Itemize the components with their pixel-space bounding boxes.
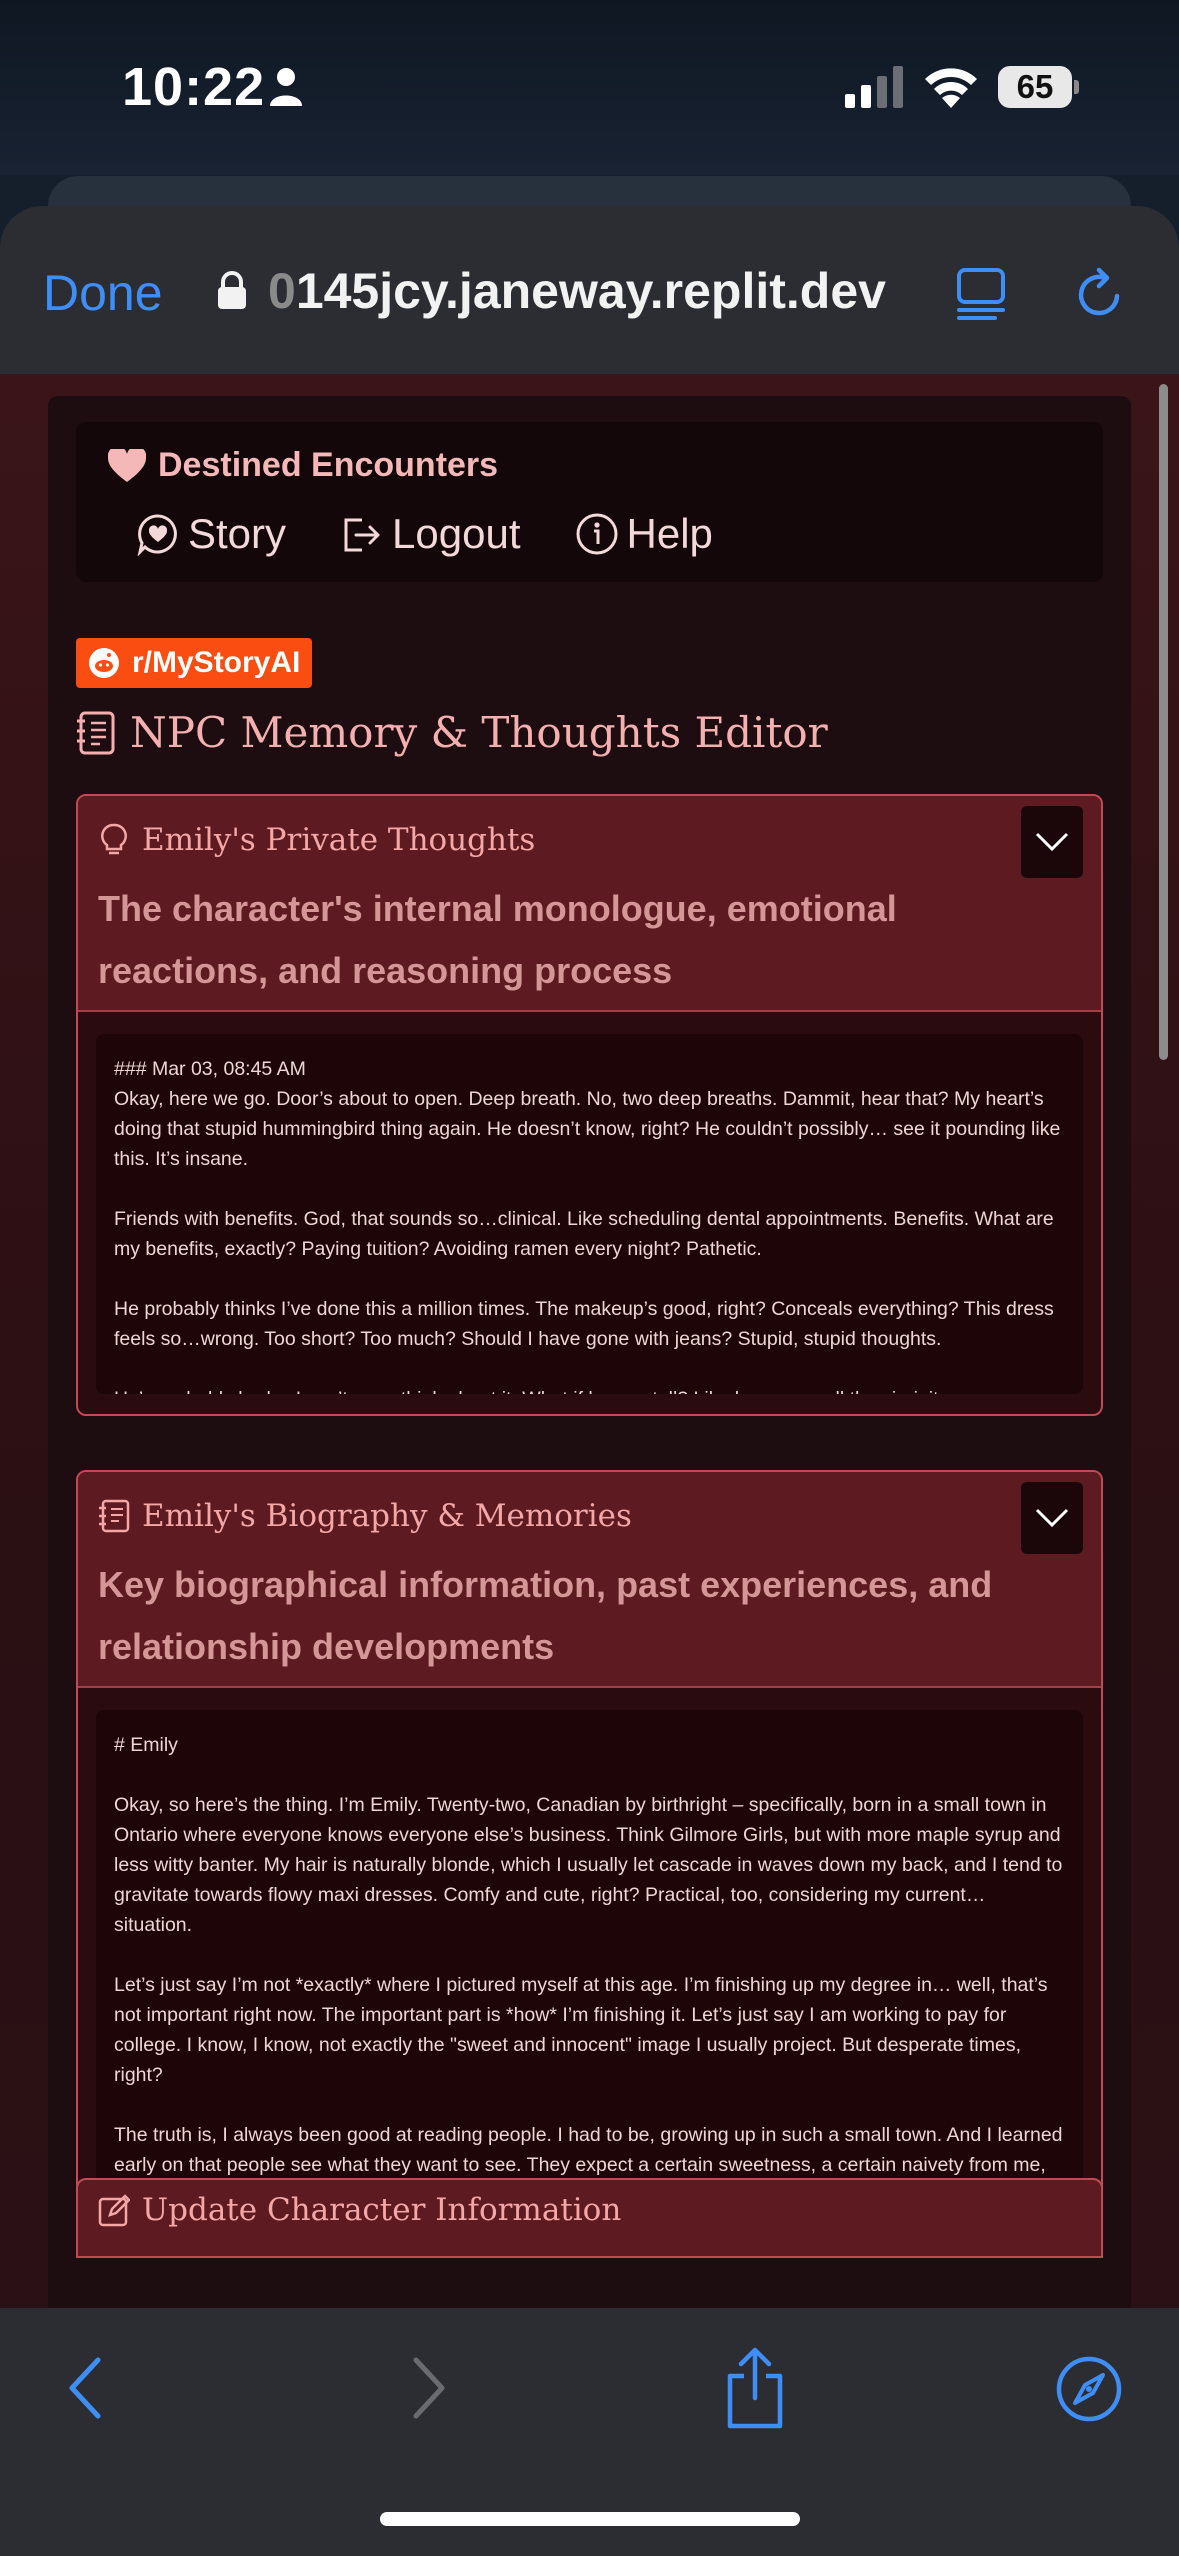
biography-title-text: Emily's Biography & Memories (142, 1498, 632, 1534)
app-container: Destined Encounters Story Logout Help r/… (48, 396, 1131, 2308)
biography-content: # Emily Okay, so here’s the thing. I’m E… (114, 1734, 1063, 2186)
thoughts-card-subtitle: The character's internal monologue, emot… (98, 888, 897, 991)
battery-level: 65 (998, 66, 1072, 108)
pencil-square-icon (98, 2194, 130, 2227)
heart-icon (108, 448, 146, 482)
update-title-text: Update Character Information (142, 2192, 622, 2228)
url-prefix: 0 (268, 263, 296, 319)
chevron-down-icon (1035, 832, 1069, 852)
web-content: Destined Encounters Story Logout Help r/… (0, 374, 1179, 2308)
status-time: 10:22 (122, 57, 266, 117)
navbar: Destined Encounters Story Logout Help (76, 422, 1103, 582)
biography-card: Emily's Biography & Memories Key biograp… (76, 1470, 1103, 2208)
chevron-down-icon (1035, 1508, 1069, 1528)
update-card: Update Character Information (76, 2178, 1103, 2258)
page-scrollbar[interactable] (1159, 384, 1168, 1060)
lightbulb-icon (101, 823, 127, 855)
nav-links: Story Logout Help (136, 510, 713, 558)
nav-help-label: Help (626, 510, 713, 557)
compass-icon[interactable] (1056, 2356, 1122, 2422)
lock-icon (218, 271, 246, 309)
nav-help-link[interactable]: Help (575, 510, 713, 558)
reddit-icon (89, 648, 119, 678)
thoughts-content: ### Mar 03, 08:45 AM Okay, here we go. D… (114, 1058, 1061, 1394)
thoughts-card: Emily's Private Thoughts The character's… (76, 794, 1103, 1416)
reddit-badge[interactable]: r/MyStoryAI (76, 638, 313, 688)
journal-text-icon (99, 1499, 130, 1533)
url-field[interactable]: 0145jcy.janeway.replit.dev (268, 262, 886, 320)
person-icon (270, 68, 302, 106)
wifi-icon (925, 68, 977, 108)
battery-tip (1074, 80, 1079, 94)
nav-story-label: Story (188, 510, 287, 557)
battery-icon: 65 (998, 66, 1079, 108)
info-icon (576, 513, 617, 555)
thoughts-collapse-button[interactable] (1021, 806, 1083, 878)
forward-icon[interactable] (408, 2356, 448, 2420)
reload-icon[interactable] (1075, 266, 1127, 320)
nav-story-link[interactable]: Story (136, 510, 286, 558)
cellular-signal-icon (845, 66, 903, 108)
biography-card-header: Emily's Biography & Memories Key biograp… (78, 1472, 1101, 1688)
thoughts-title-text: Emily's Private Thoughts (142, 822, 536, 858)
brand[interactable]: Destined Encounters (108, 446, 498, 485)
home-indicator[interactable] (380, 2512, 800, 2526)
nav-logout-label: Logout (392, 510, 521, 557)
nav-logout-link[interactable]: Logout (340, 510, 521, 558)
update-card-title: Update Character Information (98, 2192, 621, 2228)
reddit-label: r/MyStoryAI (132, 646, 301, 679)
page-title-text: NPC Memory & Thoughts Editor (130, 708, 828, 757)
thoughts-card-title: Emily's Private Thoughts (98, 822, 535, 858)
thoughts-card-header: Emily's Private Thoughts The character's… (78, 796, 1101, 1012)
done-button[interactable]: Done (43, 264, 163, 322)
biography-card-subtitle: Key biographical information, past exper… (98, 1564, 993, 1667)
page-title: NPC Memory & Thoughts Editor (76, 708, 828, 757)
brand-name: Destined Encounters (158, 446, 499, 484)
journal-text-icon (77, 711, 115, 754)
biography-textarea[interactable]: # Emily Okay, so here’s the thing. I’m E… (96, 1710, 1083, 2186)
thoughts-textarea[interactable]: ### Mar 03, 08:45 AM Okay, here we go. D… (96, 1034, 1083, 1394)
biography-collapse-button[interactable] (1021, 1482, 1083, 1554)
url-text: 145jcy.janeway.replit.dev (295, 263, 886, 319)
logout-icon (344, 518, 380, 552)
share-icon[interactable] (722, 2346, 788, 2430)
chat-heart-icon (137, 514, 177, 556)
reader-mode-icon[interactable] (955, 266, 1007, 320)
status-bar: 10:22 65 (0, 0, 1179, 175)
biography-card-title: Emily's Biography & Memories (98, 1498, 632, 1534)
back-icon[interactable] (66, 2356, 106, 2420)
